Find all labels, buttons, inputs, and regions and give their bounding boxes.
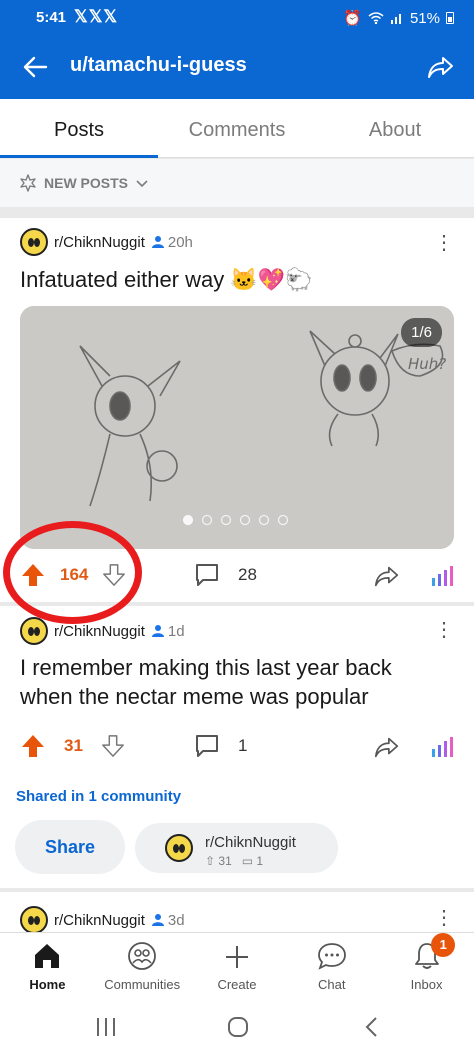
share-post-icon[interactable] bbox=[373, 562, 401, 590]
post-meta: r/ChiknNuggit 1d bbox=[20, 617, 185, 645]
tab-about[interactable]: About bbox=[316, 99, 474, 157]
more-options-icon[interactable]: ⋮ bbox=[434, 233, 454, 253]
plus-icon bbox=[225, 946, 248, 968]
gallery-dot[interactable] bbox=[220, 514, 232, 526]
insights-icon[interactable] bbox=[430, 733, 456, 759]
insights-icon[interactable] bbox=[430, 562, 456, 588]
user-icon bbox=[151, 625, 164, 637]
gallery-dots bbox=[182, 514, 289, 526]
post-age: 1d bbox=[151, 623, 185, 640]
profile-header: u/tamachu-i-guess bbox=[0, 36, 474, 99]
comment-icon bbox=[196, 735, 218, 757]
home-button-icon[interactable] bbox=[226, 1015, 250, 1039]
status-time: 5:41 bbox=[36, 9, 67, 26]
gallery-dot[interactable] bbox=[182, 514, 194, 526]
subreddit-avatar bbox=[165, 834, 193, 862]
x-notification-icons: 𝕏𝕏𝕏 bbox=[74, 7, 119, 26]
subreddit-avatar[interactable] bbox=[20, 906, 48, 934]
post-title[interactable]: Infatuated either way 🐱💖🐑 bbox=[20, 265, 313, 294]
post-age: 3d bbox=[151, 912, 185, 929]
subreddit-name[interactable]: r/ChiknNuggit bbox=[54, 623, 145, 640]
nav-inbox-label: Inbox bbox=[410, 977, 443, 992]
system-navigation-bar bbox=[0, 1002, 474, 1053]
crosspost-votes: ⇧ 31 bbox=[205, 854, 232, 868]
signal-icon bbox=[390, 14, 401, 24]
post-meta: r/ChiknNuggit 20h bbox=[20, 228, 193, 256]
recent-apps-icon[interactable] bbox=[94, 1016, 118, 1038]
nav-inbox[interactable]: Inbox 1 bbox=[379, 933, 474, 1002]
user-icon bbox=[151, 236, 164, 248]
share-icon[interactable] bbox=[426, 52, 456, 82]
gallery-dot[interactable] bbox=[258, 514, 270, 526]
downvote-icon[interactable] bbox=[101, 734, 125, 758]
crosspost-chip[interactable]: r/ChiknNuggit ⇧ 31 ▭ 1 bbox=[135, 823, 338, 873]
vote-count: 31 bbox=[64, 736, 83, 755]
user-icon bbox=[151, 914, 164, 926]
crosspost-comments: ▭ 1 bbox=[241, 854, 264, 868]
svg-text:Huh?: Huh? bbox=[408, 355, 446, 373]
comments-button[interactable]: 28 bbox=[194, 562, 257, 588]
nav-communities-label: Communities bbox=[104, 977, 181, 992]
comment-icon bbox=[196, 564, 218, 586]
nav-home-label: Home bbox=[29, 977, 66, 992]
post-title[interactable]: I remember making this last year back wh… bbox=[20, 653, 450, 711]
post-meta: r/ChiknNuggit 3d bbox=[20, 906, 185, 934]
nav-communities[interactable]: Communities bbox=[95, 933, 190, 1002]
alarm-icon: ⏰ bbox=[343, 10, 362, 27]
inbox-badge: 1 bbox=[431, 933, 456, 957]
sort-bar: NEW POSTS bbox=[0, 159, 474, 207]
more-options-icon[interactable]: ⋮ bbox=[434, 620, 454, 640]
nav-chat[interactable]: Chat bbox=[284, 933, 379, 1002]
sparkle-icon bbox=[20, 174, 36, 192]
more-options-icon[interactable]: ⋮ bbox=[434, 908, 454, 928]
nav-create[interactable]: Create bbox=[190, 933, 285, 1002]
crosspost-subreddit: r/ChiknNuggit bbox=[205, 834, 296, 851]
subreddit-name[interactable]: r/ChiknNuggit bbox=[54, 912, 145, 929]
page-title: u/tamachu-i-guess bbox=[70, 54, 247, 76]
sort-dropdown[interactable]: NEW POSTS bbox=[18, 173, 150, 193]
wifi-icon bbox=[368, 12, 384, 24]
shared-in-community-label[interactable]: Shared in 1 community bbox=[16, 788, 181, 805]
comments-button[interactable]: 1 bbox=[194, 733, 247, 759]
communities-icon bbox=[128, 942, 157, 970]
gallery-dot[interactable] bbox=[277, 514, 289, 526]
post-age-text: 3d bbox=[167, 911, 185, 929]
nav-create-label: Create bbox=[217, 977, 257, 992]
post-age: 20h bbox=[151, 234, 193, 251]
crosspost-stats: ⇧ 31 ▭ 1 bbox=[205, 854, 263, 868]
red-annotation-circle bbox=[3, 521, 142, 624]
subreddit-avatar[interactable] bbox=[20, 228, 48, 256]
gallery-dot[interactable] bbox=[239, 514, 251, 526]
vote-group: 31 bbox=[20, 733, 125, 759]
nav-chat-label: Chat bbox=[318, 977, 346, 992]
nav-home[interactable]: Home bbox=[0, 933, 95, 1002]
tab-posts[interactable]: Posts bbox=[0, 99, 158, 158]
back-button-icon[interactable] bbox=[362, 1015, 382, 1039]
subreddit-avatar[interactable] bbox=[20, 617, 48, 645]
post-age-text: 1d bbox=[167, 622, 185, 640]
home-icon bbox=[35, 944, 60, 968]
bottom-navigation: Home Communities Create Chat Inbox 1 bbox=[0, 932, 474, 1002]
share-post-icon[interactable] bbox=[373, 733, 401, 761]
status-bar: 5:41 𝕏𝕏𝕏 ⏰ 51% bbox=[0, 0, 474, 36]
share-button[interactable]: Share bbox=[15, 820, 125, 874]
comment-count: 28 bbox=[238, 565, 257, 584]
post-actions: 31 1 bbox=[0, 725, 474, 765]
profile-tabs: Posts Comments About bbox=[0, 99, 474, 158]
upvote-icon[interactable] bbox=[20, 733, 46, 759]
battery-percent: 51% bbox=[409, 9, 440, 27]
post-age-text: 20h bbox=[167, 233, 193, 251]
battery-icon bbox=[446, 12, 454, 24]
comment-count: 1 bbox=[238, 736, 248, 755]
sort-label: NEW POSTS bbox=[44, 175, 129, 191]
tab-comments[interactable]: Comments bbox=[158, 99, 316, 157]
gallery-dot[interactable] bbox=[201, 514, 213, 526]
subreddit-name[interactable]: r/ChiknNuggit bbox=[54, 234, 145, 251]
chat-icon bbox=[317, 943, 346, 970]
back-arrow-icon[interactable] bbox=[20, 52, 50, 82]
gallery-counter: 1/6 bbox=[401, 318, 442, 347]
chevron-down-icon bbox=[136, 180, 148, 188]
